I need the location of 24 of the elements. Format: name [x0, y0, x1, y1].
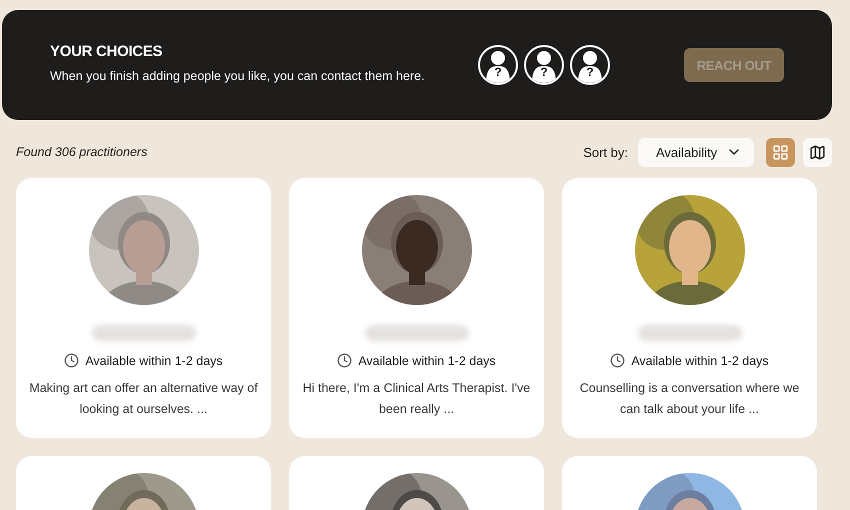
practitioner-card[interactable]: Available within 1-2 days Making art can offer an alternative way of looking at ourselves. ...	[16, 178, 271, 438]
sort-dropdown[interactable]: Availability	[638, 138, 754, 166]
practitioner-summary: Counselling is a conversation where we can talk about your life ...	[578, 380, 800, 418]
practitioner-card[interactable]: Available within 1-2 days Counselling is a conversation where we can talk about your life ...	[562, 178, 817, 438]
practitioner-summary: Making art can offer an alternative way of looking at ourselves. ...	[28, 380, 259, 418]
grid-view-button[interactable]	[766, 138, 795, 166]
banner-message: When you finish adding people you like, you can contact them here.	[50, 68, 425, 85]
question-mark: ?	[539, 65, 549, 79]
question-mark: ?	[493, 65, 503, 79]
sort-label: Sort by:	[583, 144, 628, 160]
map-icon	[809, 144, 826, 160]
question-mark: ?	[585, 65, 595, 79]
practitioner-card[interactable]: Available within 1-2 days Hi there, I'm a Clinical Arts Therapist. I've been really ...	[289, 178, 544, 438]
availability: Available within 1-2 days	[358, 354, 496, 368]
practitioner-summary: Hi there, I'm a Clinical Arts Therapist. I've been really ...	[302, 380, 532, 418]
clock-icon	[337, 353, 352, 368]
clock-icon	[610, 353, 626, 368]
map-view-button[interactable]	[803, 138, 832, 166]
clock-icon	[64, 353, 80, 368]
result-count: Found 306 practitioners	[16, 145, 148, 159]
availability: Available within 1-2 days	[631, 354, 769, 368]
banner-title: YOUR CHOICES	[50, 43, 162, 60]
availability: Available within 1-2 days	[85, 354, 223, 368]
grid-icon	[772, 144, 789, 160]
